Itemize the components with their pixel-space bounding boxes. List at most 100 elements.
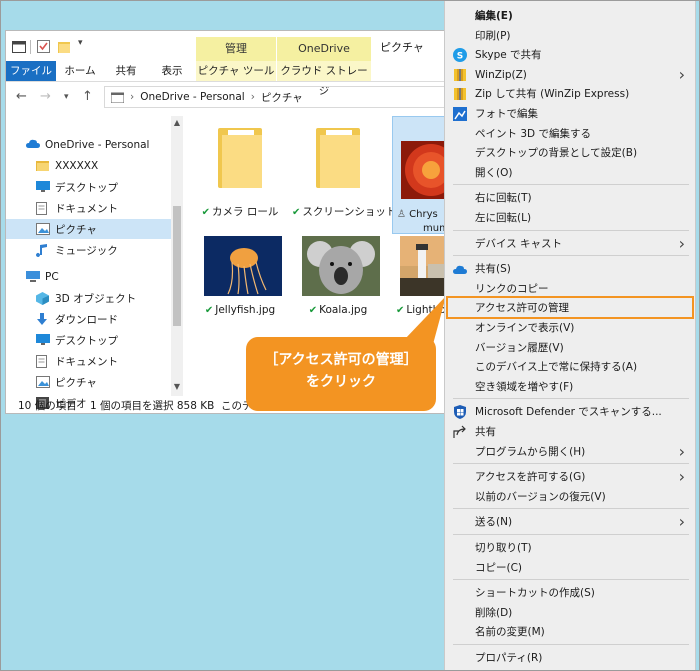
menu-item[interactable]: プログラムから開く(H) ›: [445, 442, 695, 462]
file-item-koala[interactable]: ✔ Koala.jpg: [292, 234, 384, 346]
menu-item[interactable]: ペイント 3D で編集する: [445, 124, 695, 144]
tab-cloud-storage[interactable]: クラウド ストレージ: [277, 61, 371, 97]
file-item-chrysanthemum[interactable]: ♙ Chrys mum: [392, 116, 449, 234]
navigation-pane: OneDrive - Personal XXXXXX デスクトップ ドキュメント ピクチ…: [6, 116, 184, 410]
scroll-thumb[interactable]: [173, 206, 181, 326]
menu-item[interactable]: 共有(S): [445, 259, 695, 279]
winzip-icon: [453, 68, 467, 82]
submenu-arrow-icon: ›: [678, 233, 685, 253]
folder-path-icon: [111, 92, 124, 103]
menu-item[interactable]: デバイス キャスト ›: [445, 234, 695, 254]
tab-onedrive[interactable]: OneDrive: [277, 37, 371, 61]
nav-item-label: デスクトップ: [55, 334, 118, 347]
menu-item[interactable]: 名前の変更(M): [445, 622, 695, 642]
nav-item[interactable]: ダウンロード: [6, 309, 171, 329]
nav-item-label: ダウンロード: [55, 313, 118, 326]
menu-item-label: オンラインで表示(V): [475, 322, 575, 334]
tab-manage[interactable]: 管理: [196, 37, 276, 61]
scroll-up-icon[interactable]: ▲: [171, 118, 183, 127]
nav-item[interactable]: デスクトップ: [6, 330, 171, 350]
menu-item[interactable]: Zip して共有 (WinZip Express): [445, 84, 695, 104]
nav-item[interactable]: ミュージック: [6, 240, 171, 260]
menu-item[interactable]: アクセスを許可する(G) ›: [445, 467, 695, 487]
menu-item[interactable]: S Skype で共有: [445, 45, 695, 65]
nav-item-label: ミュージック: [55, 244, 118, 257]
new-folder-icon[interactable]: [58, 40, 70, 53]
breadcrumb-root[interactable]: OneDrive - Personal: [140, 91, 244, 103]
address-bar[interactable]: › OneDrive - Personal › ピクチャ: [104, 86, 449, 108]
submenu-arrow-icon: ›: [678, 512, 685, 532]
menu-item-label: 以前のバージョンの復元(V): [475, 490, 606, 503]
chrysanthemum-thumbnail: [401, 141, 449, 199]
nav-scrollbar[interactable]: ▲ ▼: [171, 116, 183, 396]
menu-item[interactable]: バージョン履歴(V): [445, 338, 695, 358]
menu-item[interactable]: ショートカットの作成(S): [445, 583, 695, 603]
nav-item[interactable]: XXXXXX: [6, 156, 171, 176]
nav-item[interactable]: デスクトップ: [6, 177, 171, 197]
properties-icon[interactable]: [37, 40, 50, 53]
tab-picture-tools[interactable]: ピクチャ ツール: [196, 61, 276, 81]
jellyfish-thumbnail: [204, 236, 282, 296]
tab-share[interactable]: 共有: [108, 61, 144, 81]
menu-item[interactable]: コピー(C): [445, 558, 695, 578]
customize-toolbar-icon[interactable]: ▾: [78, 38, 83, 48]
file-item-screenshots[interactable]: ✔ スクリーンショット: [292, 116, 396, 228]
menu-item[interactable]: デスクトップの背景として設定(B): [445, 143, 695, 163]
share-icon: [453, 425, 467, 439]
menu-item[interactable]: 共有: [445, 422, 695, 442]
sync-check-icon: ✔: [201, 207, 211, 218]
tab-home[interactable]: ホーム: [62, 61, 98, 81]
menu-item[interactable]: WinZip(Z) ›: [445, 65, 695, 85]
nav-item[interactable]: ドキュメント: [6, 351, 171, 371]
menu-item[interactable]: 送る(N) ›: [445, 512, 695, 532]
menu-item[interactable]: 削除(D): [445, 603, 695, 623]
menu-item[interactable]: 切り取り(T): [445, 538, 695, 558]
file-item-camera-roll[interactable]: ✔ カメラ ロール: [194, 116, 286, 228]
download-icon: [36, 313, 50, 325]
svg-text:S: S: [457, 52, 463, 62]
tab-file[interactable]: ファイル: [6, 61, 56, 81]
menu-item-label: 編集(E): [475, 10, 513, 22]
menu-item-label: 空き領域を増やす(F): [475, 380, 574, 393]
nav-item[interactable]: OneDrive - Personal: [6, 135, 171, 155]
menu-item[interactable]: フォトで編集: [445, 104, 695, 124]
nav-item[interactable]: PC: [6, 267, 171, 287]
desktop-icon: [36, 181, 50, 193]
menu-item[interactable]: プロパティ(R): [445, 648, 695, 668]
nav-item[interactable]: ドキュメント: [6, 198, 171, 218]
menu-item[interactable]: 空き領域を増やす(F): [445, 377, 695, 397]
menu-item[interactable]: 右に回転(T): [445, 188, 695, 208]
menu-item-label: 開く(O): [475, 166, 513, 179]
menu-item[interactable]: 印刷(P): [445, 26, 695, 46]
breadcrumb-current[interactable]: ピクチャ: [261, 90, 303, 105]
shared-user-icon: ♙: [397, 209, 406, 220]
menu-separator: [453, 255, 689, 257]
menu-item-manage-access[interactable]: アクセス許可の管理: [445, 298, 695, 318]
nav-item[interactable]: 3D オブジェクト: [6, 288, 171, 308]
menu-item[interactable]: 開く(O): [445, 163, 695, 183]
nav-item[interactable]: ピクチャ: [6, 372, 171, 392]
up-arrow-icon[interactable]: ↑: [82, 89, 93, 104]
menu-item[interactable]: 以前のバージョンの復元(V): [445, 487, 695, 507]
menu-item-label: 共有(S): [475, 263, 511, 276]
menu-separator: [453, 508, 689, 510]
menu-item[interactable]: 左に回転(L): [445, 208, 695, 228]
nav-item[interactable]: ピクチャ: [6, 219, 171, 239]
window-title: ピクチャ: [380, 41, 424, 54]
file-name: カメラ ロール: [212, 206, 279, 218]
ribbon-tabs: ファイル ホーム 共有 表示: [6, 61, 201, 81]
scroll-down-icon[interactable]: ▼: [171, 382, 183, 391]
tab-view[interactable]: 表示: [154, 61, 190, 81]
menu-item[interactable]: オンラインで表示(V): [445, 318, 695, 338]
menu-item[interactable]: 編集(E): [445, 6, 695, 26]
menu-item[interactable]: Microsoft Defender でスキャンする...: [445, 402, 695, 422]
menu-item[interactable]: リンクのコピー: [445, 279, 695, 299]
menu-item-label: アクセス許可の管理: [475, 302, 569, 315]
file-item-jellyfish[interactable]: ✔ Jellyfish.jpg: [194, 234, 286, 346]
forward-arrow-icon[interactable]: →: [40, 89, 51, 104]
menu-item-label: このデバイス上で常に保持する(A): [475, 361, 638, 374]
nav-item-label: ピクチャ: [55, 376, 97, 389]
back-arrow-icon[interactable]: ←: [16, 89, 27, 104]
menu-item[interactable]: このデバイス上で常に保持する(A): [445, 357, 695, 377]
recent-locations-icon[interactable]: ▾: [64, 92, 69, 102]
